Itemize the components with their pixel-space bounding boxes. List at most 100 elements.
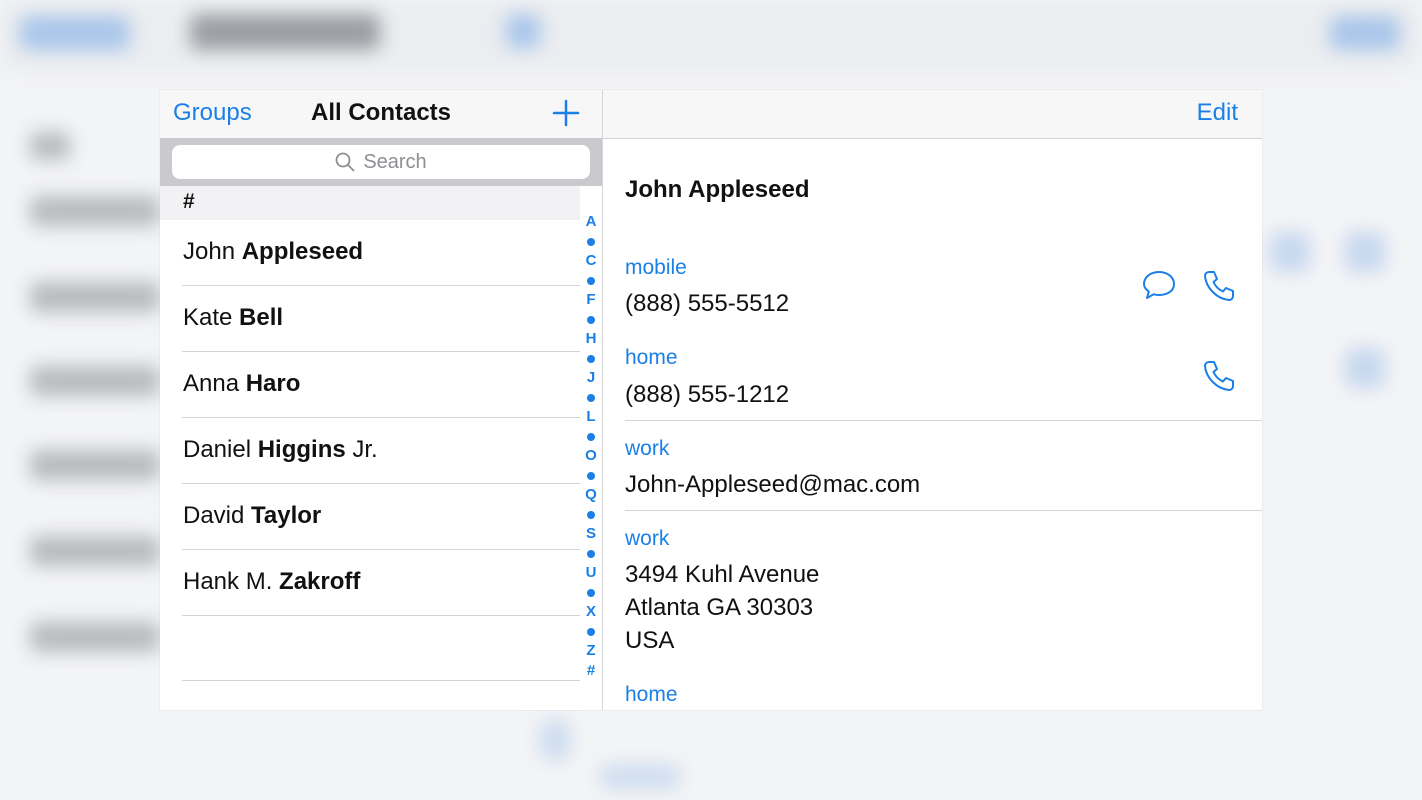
search-icon — [335, 152, 355, 172]
phone-icon — [1204, 361, 1234, 391]
index-dot[interactable] — [580, 622, 602, 642]
index-letter[interactable]: Z — [580, 641, 602, 661]
index-dot[interactable] — [580, 310, 602, 330]
last-name: Zakroff — [279, 568, 361, 595]
add-contact-button[interactable] — [552, 96, 580, 130]
contact-name: David Taylor — [183, 502, 321, 530]
email-label: work — [625, 437, 670, 460]
blurred-row — [30, 366, 160, 396]
index-letter[interactable]: Q — [580, 485, 602, 505]
call-mobile-button[interactable] — [1201, 268, 1237, 309]
search-placeholder: Search — [363, 150, 427, 173]
blurred-button — [20, 16, 130, 50]
mobile-number[interactable]: (888) 555-5512 — [625, 290, 789, 318]
blurred-icon — [540, 720, 570, 760]
blurred-button — [1330, 16, 1400, 50]
index-letter[interactable]: O — [580, 446, 602, 466]
index-dot[interactable] — [580, 583, 602, 603]
index-letter[interactable]: X — [580, 602, 602, 622]
blurred-row — [30, 622, 160, 652]
message-button[interactable] — [1141, 268, 1177, 307]
home-phone-label: home — [625, 346, 678, 369]
blurred-title — [190, 14, 380, 50]
index-letter[interactable]: H — [580, 329, 602, 349]
index-letter[interactable]: F — [580, 290, 602, 310]
first-name: David — [183, 502, 252, 529]
blurred-label — [600, 765, 680, 789]
last-name: Haro — [245, 370, 301, 397]
edit-button[interactable]: Edit — [1197, 99, 1238, 127]
address-line-1[interactable]: 3494 Kuhl Avenue — [625, 561, 819, 589]
detail-navbar: Edit — [603, 90, 1262, 139]
contact-full-name: John Appleseed — [625, 176, 810, 203]
contact-row[interactable]: David Taylor — [160, 484, 580, 550]
home-phone-number[interactable]: (888) 555-1212 — [625, 381, 789, 409]
index-dot[interactable] — [580, 388, 602, 408]
search-bar: Search — [160, 138, 602, 186]
blurred-icon — [1345, 348, 1385, 388]
contact-name: John Appleseed — [183, 238, 363, 266]
email-address[interactable]: John-Appleseed@mac.com — [625, 471, 920, 499]
address-line-2[interactable]: Atlanta GA 30303 — [625, 594, 813, 622]
list-divider — [182, 680, 580, 681]
index-letter[interactable]: A — [580, 212, 602, 232]
contact-name: Hank M. Zakroff — [183, 568, 360, 596]
contact-row[interactable]: Anna Haro — [160, 352, 580, 418]
last-name: Taylor — [251, 502, 322, 529]
next-field-label: home — [625, 683, 678, 706]
index-letter[interactable]: # — [580, 661, 602, 681]
separator — [625, 420, 1262, 421]
section-header-label: # — [183, 190, 195, 213]
contact-row[interactable]: Daniel Higgins Jr. — [160, 418, 580, 484]
first-name: Daniel — [183, 436, 258, 463]
first-name: Anna — [183, 370, 246, 397]
contact-row[interactable]: Hank M. Zakroff — [160, 550, 580, 616]
first-name: John — [183, 238, 242, 265]
blurred-row — [30, 282, 160, 312]
blurred-row — [30, 536, 160, 566]
index-dot[interactable] — [580, 349, 602, 369]
blurred-icon — [1345, 232, 1385, 272]
page-title: All Contacts — [310, 99, 451, 126]
separator — [625, 510, 1262, 511]
index-dot[interactable] — [580, 271, 602, 291]
address-line-3[interactable]: USA — [625, 627, 674, 655]
blurred-button — [506, 14, 540, 48]
index-dot[interactable] — [580, 544, 602, 564]
blurred-row — [30, 196, 160, 226]
contact-row[interactable]: John Appleseed — [160, 220, 580, 286]
index-letter[interactable]: L — [580, 407, 602, 427]
last-name: Bell — [239, 304, 284, 331]
first-name: Hank M. — [183, 568, 280, 595]
index-letter[interactable]: U — [580, 563, 602, 583]
section-index[interactable]: A C F H J L O Q S U X Z # — [580, 212, 602, 680]
blurred-row — [30, 450, 160, 480]
contact-row[interactable]: Kate Bell — [160, 286, 580, 352]
section-header: # — [160, 186, 580, 220]
contacts-list: John Appleseed Kate Bell Anna Haro Danie… — [160, 220, 580, 616]
phone-icon — [1204, 271, 1234, 301]
blurred-icon — [1270, 232, 1310, 272]
contacts-window: Groups All Contacts Search # John Apples… — [160, 90, 1262, 710]
contact-detail-pane: Edit John Appleseed mobile (888) 555-551… — [603, 90, 1262, 710]
name-suffix: Jr. — [345, 436, 378, 463]
contact-name: Daniel Higgins Jr. — [183, 436, 378, 464]
index-dot[interactable] — [580, 232, 602, 252]
search-input[interactable]: Search — [172, 145, 590, 179]
last-name: Appleseed — [241, 238, 364, 265]
index-letter[interactable]: S — [580, 524, 602, 544]
plus-icon — [552, 99, 580, 127]
call-home-button[interactable] — [1201, 358, 1237, 399]
list-navbar: Groups All Contacts — [160, 90, 602, 139]
index-dot[interactable] — [580, 466, 602, 486]
last-name: Higgins — [257, 436, 346, 463]
index-letter[interactable]: C — [580, 251, 602, 271]
index-dot[interactable] — [580, 427, 602, 447]
index-dot[interactable] — [580, 505, 602, 525]
message-icon — [1143, 271, 1175, 299]
first-name: Kate — [183, 304, 240, 331]
contact-name: Anna Haro — [183, 370, 300, 398]
index-letter[interactable]: J — [580, 368, 602, 388]
contacts-list-pane: Groups All Contacts Search # John Apples… — [160, 90, 603, 710]
blurred-row — [30, 132, 70, 160]
